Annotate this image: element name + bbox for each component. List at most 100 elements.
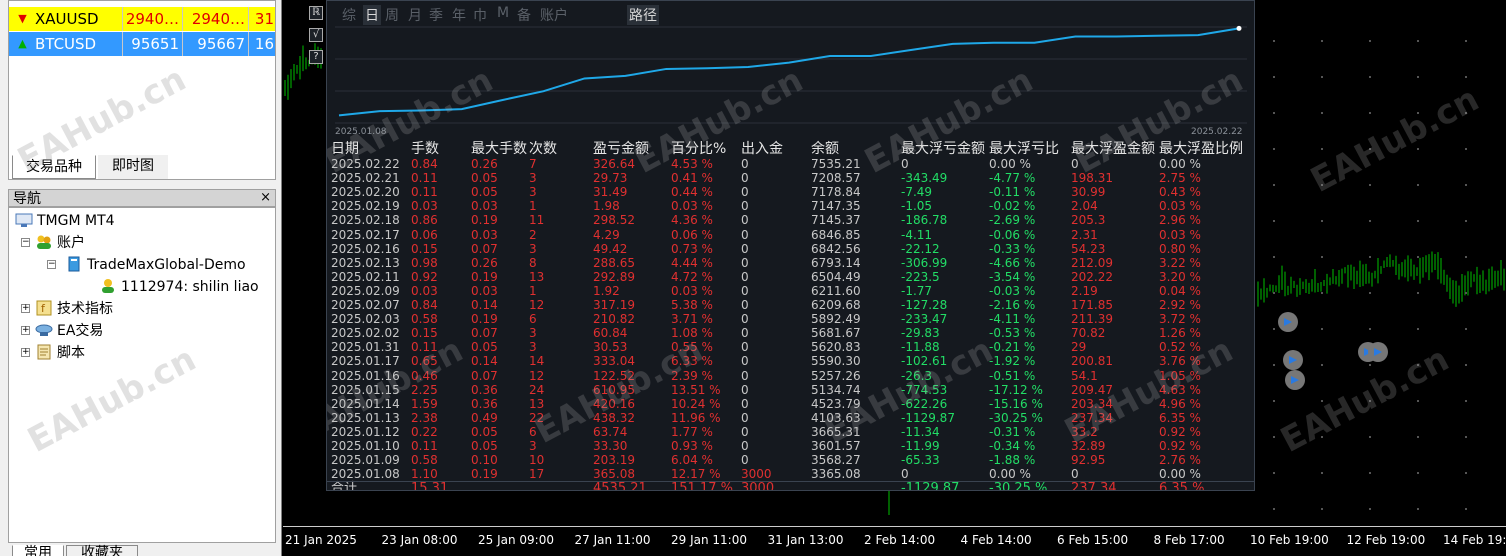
expand-toggle[interactable]: + (21, 326, 30, 335)
table-cell: -0.02 % (989, 199, 1036, 214)
table-cell: -15.16 % (989, 396, 1043, 411)
table-cell: 0 (741, 227, 749, 242)
column-header[interactable]: 手数 (411, 138, 439, 158)
table-cell: 0.19 (471, 467, 498, 482)
table-cell: -17.12 % (989, 382, 1043, 397)
table-cell: 13 (529, 269, 545, 284)
tree-item-indicators[interactable]: f 技术指标 (35, 298, 113, 320)
table-cell: -2.69 % (989, 213, 1036, 228)
table-cell: 1.26 % (1159, 326, 1201, 341)
column-header[interactable]: 次数 (529, 138, 557, 158)
panel-side-button[interactable]: √ (309, 28, 323, 42)
column-header[interactable]: 余额 (811, 138, 839, 158)
panel-side-button[interactable]: ? (309, 50, 323, 64)
column-header[interactable]: 百分比% (671, 138, 726, 158)
tree-label: 技术指标 (57, 301, 113, 317)
column-header[interactable]: 最大浮盈金额 (1071, 138, 1155, 158)
period-tab-5[interactable]: 年 (452, 5, 466, 25)
expand-toggle[interactable]: + (21, 348, 30, 357)
table-cell: 0.14 (471, 354, 498, 369)
table-cell: 1.59 (411, 396, 438, 411)
symbol-row-xauusd[interactable]: ▼ XAUUSD 2940… 2940… 31 (9, 7, 275, 31)
total-cell: 237.34 (1071, 481, 1117, 491)
tree-item-server[interactable]: TradeMaxGlobal-Demo (65, 254, 246, 276)
bid-price: 2940… (123, 7, 183, 31)
table-cell: 3.72 % (1159, 312, 1201, 327)
period-tab-6[interactable]: 巾 (473, 5, 487, 25)
table-cell: 2025.01.09 (331, 453, 400, 468)
table-cell: 6846.85 (811, 227, 861, 242)
column-header[interactable]: 最大浮盈比例 (1159, 138, 1243, 158)
tab-favorites[interactable]: 收藏夹 (66, 545, 138, 556)
period-tab-4[interactable]: 季 (429, 5, 443, 25)
period-tab-2[interactable]: 周 (385, 5, 399, 25)
table-cell: 2025.02.18 (331, 213, 400, 228)
column-header[interactable]: 最大浮亏比 (989, 138, 1059, 158)
table-cell: 1.98 (593, 199, 620, 214)
table-cell: -4.77 % (989, 171, 1036, 186)
table-cell: 0 (741, 283, 749, 298)
period-tab-1[interactable]: 日 (363, 5, 381, 25)
grid-dot (1273, 364, 1275, 366)
close-icon[interactable]: × (260, 190, 271, 206)
table-cell: 0 (741, 171, 749, 186)
period-tab-3[interactable]: 月 (408, 5, 422, 25)
table-cell: 5.38 % (671, 298, 713, 312)
period-tab-10[interactable]: 路径 (627, 5, 659, 25)
table-cell: 0 (901, 157, 909, 171)
table-cell: 4103.63 (811, 410, 861, 425)
grid-dot (1369, 400, 1371, 402)
table-cell: 63.74 (593, 424, 628, 439)
panel-side-button[interactable]: ℝ (309, 6, 323, 20)
table-cell: 0 (741, 199, 749, 214)
tree-root-terminal[interactable]: TMGM MT4 (15, 210, 115, 232)
expand-toggle[interactable]: + (21, 304, 30, 313)
symbol-name: XAUUSD (33, 7, 123, 31)
period-tab-7[interactable]: M (497, 5, 509, 21)
table-cell: -11.88 (901, 340, 940, 355)
table-cell: 6.04 % (671, 453, 713, 468)
grid-dot (1273, 40, 1275, 42)
collapse-toggle[interactable]: − (21, 238, 30, 247)
table-cell: 2025.02.16 (331, 241, 400, 256)
period-tab-0[interactable]: 综 (342, 5, 356, 25)
table-cell: 2.25 (411, 382, 438, 397)
column-header[interactable]: 盈亏金额 (593, 138, 649, 158)
collapse-toggle[interactable]: − (47, 260, 56, 269)
table-cell: 2 (529, 227, 537, 242)
tab-common[interactable]: 常用 (12, 545, 64, 556)
grid-dot (1417, 76, 1419, 78)
table-cell: -622.26 (901, 396, 948, 411)
table-cell: 0.65 (411, 354, 438, 369)
table-cell: 2025.01.16 (331, 368, 400, 383)
tab-tick-chart[interactable]: 即时图 (98, 155, 168, 179)
table-cell: 7147.35 (811, 199, 861, 214)
grid-dot (1369, 364, 1371, 366)
column-header[interactable]: 最大浮亏金额 (901, 138, 985, 158)
symbol-row-btcusd[interactable]: ▲ BTCUSD 95651 95667 16 (9, 32, 275, 56)
accounts-icon (35, 234, 53, 250)
table-cell: 0.03 (411, 283, 438, 298)
table-cell: 4.63 % (1159, 382, 1201, 397)
down-arrow-icon: ▼ (18, 12, 27, 25)
column-header[interactable]: 最大手数 (471, 138, 527, 158)
period-tab-8[interactable]: 备 (517, 5, 531, 25)
tab-symbols[interactable]: 交易品种 (12, 155, 96, 179)
table-cell: -11.99 (901, 439, 940, 453)
column-header[interactable]: 日期 (331, 138, 359, 158)
table-cell: -0.06 % (989, 227, 1036, 242)
table-cell: 0.36 (471, 396, 498, 411)
column-header[interactable]: 出入金 (741, 138, 783, 158)
tree-item-accounts[interactable]: 账户 (35, 232, 85, 254)
tree-item-account[interactable]: 1112974: shilin liao (99, 276, 259, 298)
period-tab-9[interactable]: 账户 (540, 5, 568, 25)
table-cell: 6.33 % (671, 354, 713, 369)
table-cell: 0 (741, 298, 749, 312)
table-cell: 8 (529, 255, 537, 270)
table-cell: 6 (529, 424, 537, 439)
table-cell: 0.52 % (1159, 340, 1201, 355)
tree-item-expert-advisors[interactable]: EA交易 (35, 320, 103, 342)
tree-item-scripts[interactable]: 脚本 (35, 342, 85, 364)
grid-dot (1417, 508, 1419, 510)
table-cell: -11.34 (901, 424, 940, 439)
